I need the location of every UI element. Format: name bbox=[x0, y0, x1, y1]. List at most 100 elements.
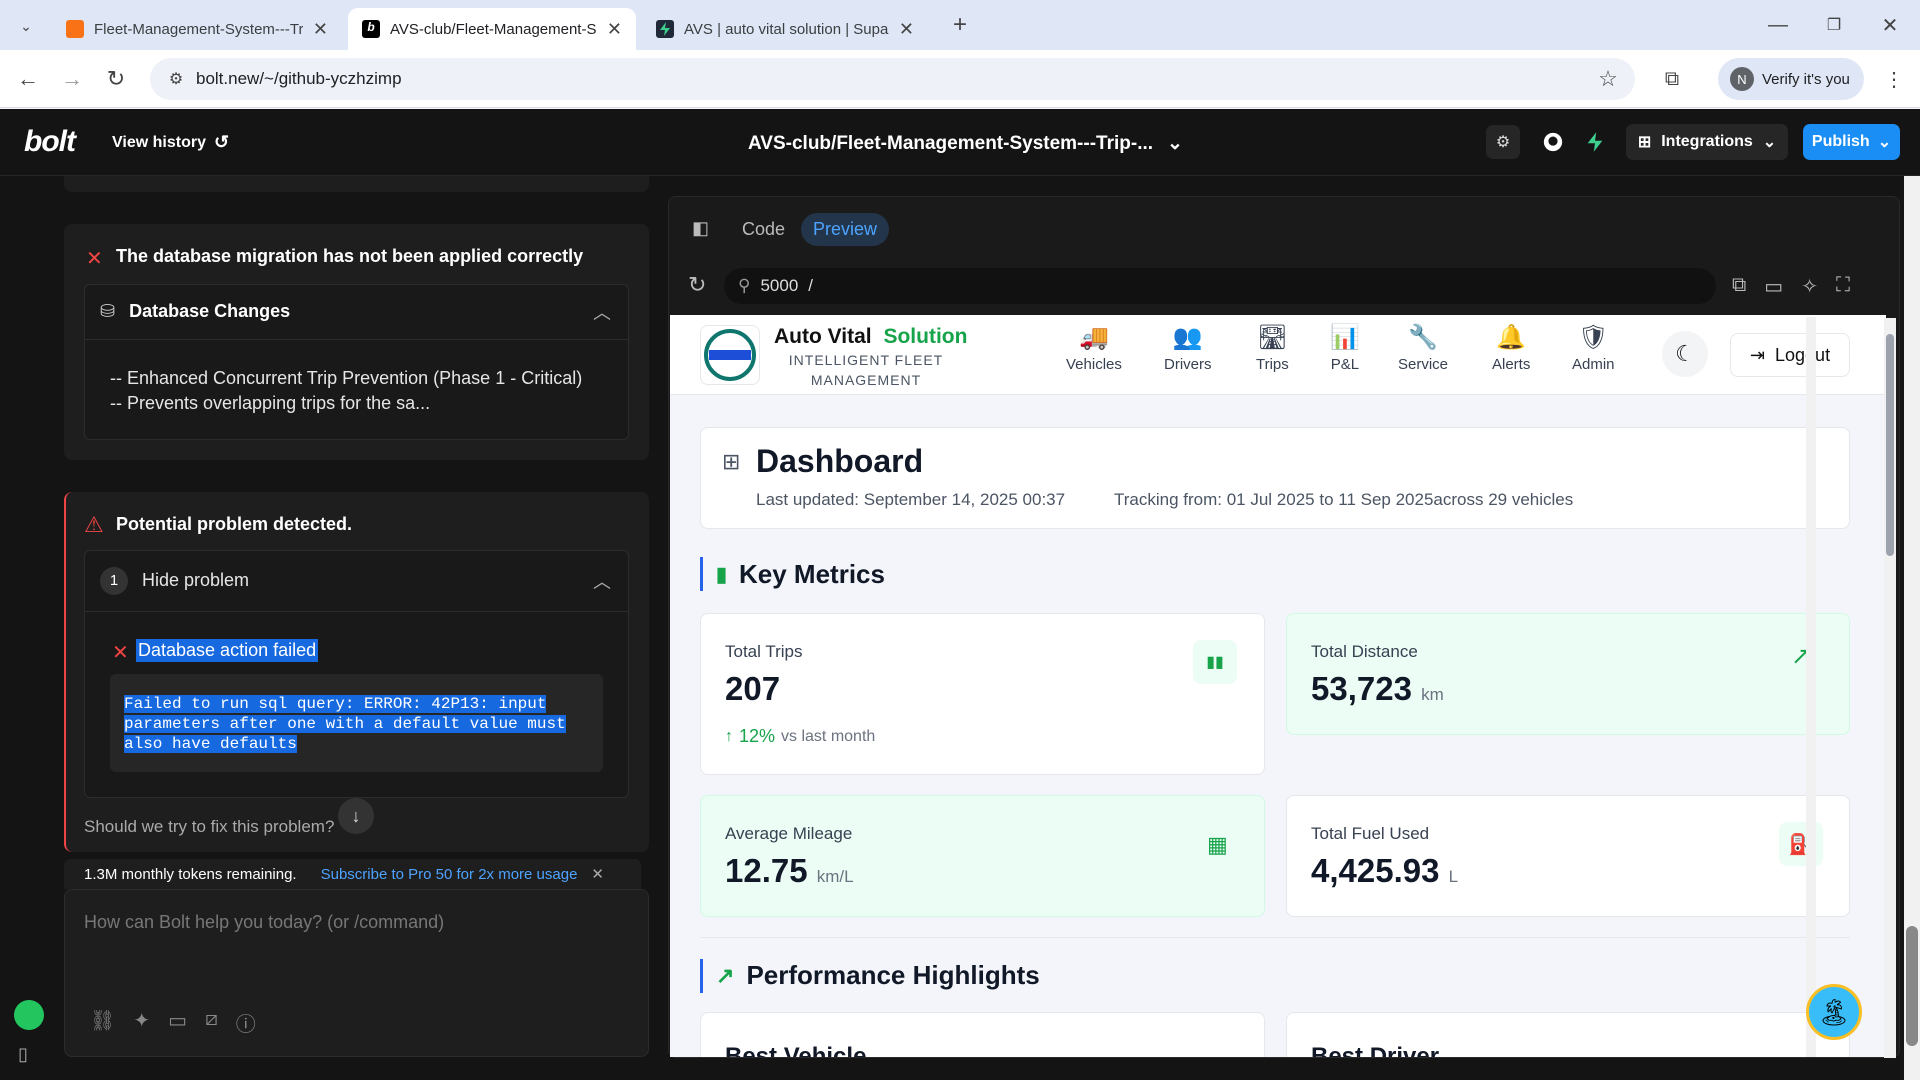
browser-tab[interactable]: AVS | auto vital solution | Supab ✕ bbox=[642, 8, 928, 50]
nav-label: Admin bbox=[1572, 356, 1615, 373]
nav-label: Drivers bbox=[1164, 356, 1212, 373]
view-history-button[interactable]: View history ↺ bbox=[112, 132, 229, 153]
last-updated: Last updated: September 14, 2025 00:37 bbox=[756, 490, 1066, 509]
profile-button[interactable]: N Verify it's you bbox=[1718, 58, 1864, 100]
metric-value-row: 4,425.93 L bbox=[1311, 852, 1458, 890]
nav-vehicles[interactable]: 🚚 Vehicles bbox=[1066, 323, 1122, 373]
port-number[interactable]: 5000 bbox=[760, 276, 798, 296]
integrations-button[interactable]: ⊞ Integrations ⌄ bbox=[1626, 124, 1788, 160]
metric-label: Total Distance bbox=[1311, 642, 1418, 661]
dismiss-icon[interactable]: ✕ bbox=[591, 865, 604, 883]
preview-tools: ⧉ ▭ ✧ ⛶ bbox=[1732, 274, 1850, 299]
preview-scrollbar[interactable] bbox=[1806, 317, 1816, 1057]
nav-pnl[interactable]: 📊 P&L bbox=[1330, 323, 1360, 373]
nav-label: P&L bbox=[1330, 356, 1360, 373]
site-info-icon[interactable]: ⚙ bbox=[160, 63, 192, 95]
preview-url-bar[interactable]: ⚲ 5000 / bbox=[724, 268, 1716, 304]
app-logo[interactable] bbox=[700, 325, 760, 385]
tagline-line: INTELLIGENT FLEET bbox=[788, 352, 944, 368]
tab-code[interactable]: Code bbox=[730, 213, 797, 246]
scroll-down-button[interactable]: ↓ bbox=[338, 798, 374, 834]
github-icon[interactable] bbox=[1536, 125, 1570, 159]
truck-icon: 🚚 bbox=[1078, 324, 1109, 351]
theme-moon-icon[interactable]: ☾ bbox=[1662, 331, 1708, 377]
browser-tab-active[interactable]: b AVS-club/Fleet-Management-S ✕ bbox=[348, 8, 636, 50]
help-icon[interactable]: ⓘ bbox=[236, 1008, 256, 1037]
grid-icon: ⊞ bbox=[1637, 134, 1652, 151]
close-window-icon[interactable]: ✕ bbox=[1874, 9, 1906, 41]
tab-preview[interactable]: Preview bbox=[801, 212, 890, 246]
nav-trips[interactable]: 🛣 Trips bbox=[1256, 323, 1289, 373]
preview-path[interactable]: / bbox=[808, 276, 813, 296]
integrations-label: Integrations bbox=[1661, 133, 1753, 150]
enhance-sparkle-icon[interactable]: ✦ bbox=[133, 1008, 150, 1037]
url-field[interactable]: bolt.new/~/github-yczhzimp bbox=[150, 58, 1635, 100]
back-icon[interactable]: ← bbox=[12, 63, 44, 95]
nav-service[interactable]: 🔧 Service bbox=[1398, 323, 1448, 373]
nav-alerts[interactable]: 🔔 Alerts bbox=[1492, 323, 1530, 373]
nav-admin[interactable]: 🛡 Admin bbox=[1572, 323, 1615, 373]
database-changes-header[interactable]: ⛁ Database Changes ︿ bbox=[84, 284, 629, 340]
favicon-icon bbox=[66, 20, 84, 38]
hide-problem-toggle[interactable]: 1 Hide problem ︿ bbox=[84, 550, 629, 612]
chevron-down-icon: ⌄ bbox=[1167, 133, 1183, 154]
chevron-down-icon: ⌄ bbox=[1762, 134, 1777, 151]
publish-button[interactable]: Publish ⌄ bbox=[1803, 124, 1900, 160]
page-scrollbar-thumb[interactable] bbox=[1906, 926, 1918, 1046]
open-external-icon[interactable]: ⧉ bbox=[1732, 274, 1746, 299]
tab-title: Fleet-Management-System---Tr bbox=[94, 20, 303, 38]
previous-card-edge bbox=[64, 176, 649, 192]
tokens-remaining: 1.3M monthly tokens remaining. bbox=[84, 865, 297, 883]
supabase-icon[interactable] bbox=[1578, 125, 1612, 159]
error-text-line: parameters after one with a default valu… bbox=[124, 715, 566, 733]
bookmark-star-icon[interactable]: ☆ bbox=[1592, 63, 1624, 95]
close-tab-icon[interactable]: ✕ bbox=[313, 19, 328, 40]
metric-value: 12.75 bbox=[725, 852, 808, 889]
extensions-icon[interactable]: ⧉ bbox=[1656, 63, 1688, 95]
command-icon[interactable]: ⧄ bbox=[205, 1008, 218, 1037]
nav-label: Service bbox=[1398, 356, 1449, 373]
menu-kebab-icon[interactable]: ⋮ bbox=[1878, 63, 1910, 95]
chevron-up-icon[interactable]: ︿ bbox=[593, 299, 611, 325]
settings-gear-icon[interactable]: ⚙ bbox=[1486, 125, 1520, 159]
nav-label: Trips bbox=[1256, 356, 1289, 373]
user-avatar[interactable] bbox=[14, 1000, 44, 1030]
tab-search-icon[interactable]: ⌄ bbox=[10, 10, 42, 42]
close-tab-icon[interactable]: ✕ bbox=[899, 19, 914, 40]
minimize-icon[interactable]: — bbox=[1762, 9, 1794, 41]
inspect-icon[interactable]: ✧ bbox=[1801, 274, 1818, 299]
logout-button[interactable]: ⇥ Logout bbox=[1730, 333, 1850, 377]
subscribe-link[interactable]: Subscribe to Pro 50 for 2x more usage bbox=[321, 866, 578, 883]
best-driver-card: Best Driver bbox=[1286, 1012, 1850, 1057]
metric-value-row: 53,723 km bbox=[1311, 670, 1444, 708]
attach-link-icon[interactable]: ⛓ bbox=[90, 1008, 115, 1037]
metric-value-row: 12.75 km/L bbox=[725, 852, 854, 890]
action-failed-label: Database action failed bbox=[136, 639, 319, 662]
chat-input-placeholder[interactable]: How can Bolt help you today? (or /comman… bbox=[84, 912, 444, 933]
fuel-icon: ⛽ bbox=[1779, 822, 1823, 866]
url-text: bolt.new/~/github-yczhzimp bbox=[196, 69, 402, 88]
browser-tab[interactable]: Fleet-Management-System---Tr ✕ bbox=[52, 8, 342, 50]
preview-scroll-thumb[interactable] bbox=[1886, 334, 1894, 556]
bolt-logo[interactable]: bolt bbox=[24, 125, 76, 159]
fullscreen-icon[interactable]: ⛶ bbox=[1836, 274, 1850, 299]
migration-error-title: The database migration has not been appl… bbox=[116, 246, 584, 266]
new-tab-icon[interactable]: + bbox=[944, 9, 976, 41]
reload-preview-icon[interactable]: ↻ bbox=[688, 272, 706, 298]
restore-icon[interactable]: ❐ bbox=[1818, 9, 1850, 41]
panel-toggle-icon[interactable]: ◧ bbox=[692, 218, 709, 239]
forward-icon[interactable]: → bbox=[56, 63, 88, 95]
section-accent bbox=[700, 557, 703, 591]
assistant-avatar-button[interactable]: 🏝 bbox=[1806, 984, 1862, 1040]
profile-avatar: N bbox=[1730, 67, 1754, 91]
sidebar-toggle-icon[interactable]: ▯ bbox=[18, 1044, 28, 1065]
nav-drivers[interactable]: 👥 Drivers bbox=[1164, 323, 1212, 373]
reload-icon[interactable]: ↻ bbox=[100, 63, 132, 95]
project-title-dropdown[interactable]: AVS-club/Fleet-Management-System---Trip-… bbox=[748, 132, 1183, 155]
discuss-icon[interactable]: ▭ bbox=[168, 1008, 187, 1037]
close-tab-icon[interactable]: ✕ bbox=[607, 19, 622, 40]
metric-unit: km/L bbox=[816, 867, 854, 886]
key-metrics-title: Key Metrics bbox=[739, 559, 885, 589]
port-plug-icon: ⚲ bbox=[738, 276, 751, 295]
device-icon[interactable]: ▭ bbox=[1764, 274, 1783, 299]
